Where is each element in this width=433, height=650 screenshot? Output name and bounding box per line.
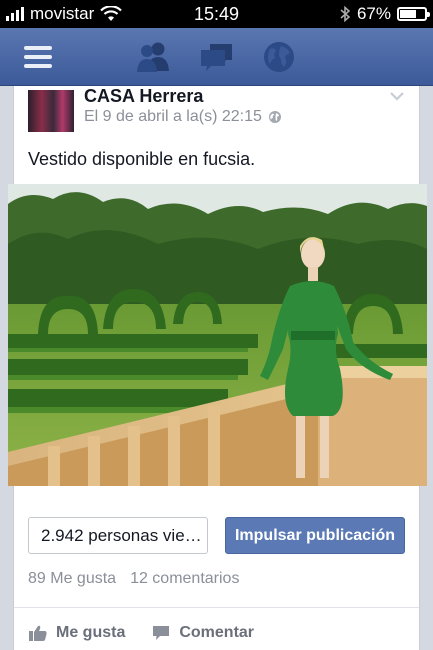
- battery-icon: [397, 7, 430, 21]
- bluetooth-icon: [340, 5, 351, 23]
- post-stats: 89 Me gusta 12 comentarios: [28, 570, 239, 588]
- chevron-down-icon[interactable]: [389, 90, 405, 102]
- post-actions: Me gusta Comentar: [28, 624, 254, 642]
- post-views-box[interactable]: 2.942 personas vie…: [28, 517, 208, 554]
- like-button[interactable]: Me gusta: [28, 624, 125, 642]
- divider: [14, 607, 419, 608]
- globe-icon[interactable]: [262, 40, 296, 74]
- nav-bar: [0, 28, 433, 86]
- page-name[interactable]: CASA Herrera: [84, 86, 203, 107]
- page-avatar[interactable]: [28, 90, 74, 132]
- comments-count[interactable]: 12 comentarios: [130, 570, 239, 588]
- boost-post-button[interactable]: Impulsar publicación: [225, 517, 405, 554]
- thumbs-up-icon: [29, 625, 47, 641]
- post-text: Vestido disponible en fucsia.: [28, 149, 256, 169]
- like-label: Me gusta: [56, 624, 126, 641]
- post-card: CASA Herrera El 9 de abril a la(s) 22:15…: [8, 86, 427, 650]
- comment-icon: [153, 626, 170, 640]
- post-timestamp: El 9 de abril a la(s) 22:15: [84, 108, 282, 126]
- status-bar: movistar 15:49 67%: [0, 0, 433, 28]
- friends-icon[interactable]: [134, 40, 172, 74]
- status-right: 67%: [339, 4, 430, 24]
- menu-icon[interactable]: [22, 42, 54, 72]
- comment-label: Comentar: [179, 624, 255, 641]
- public-globe-icon: [268, 111, 281, 123]
- comment-button[interactable]: Comentar: [151, 624, 254, 642]
- battery-percent: 67%: [356, 4, 391, 23]
- likes-count[interactable]: 89 Me gusta: [28, 570, 116, 588]
- messages-icon[interactable]: [198, 40, 236, 74]
- post-photo[interactable]: [8, 184, 427, 486]
- post-timestamp-text: El 9 de abril a la(s) 22:15: [84, 108, 262, 125]
